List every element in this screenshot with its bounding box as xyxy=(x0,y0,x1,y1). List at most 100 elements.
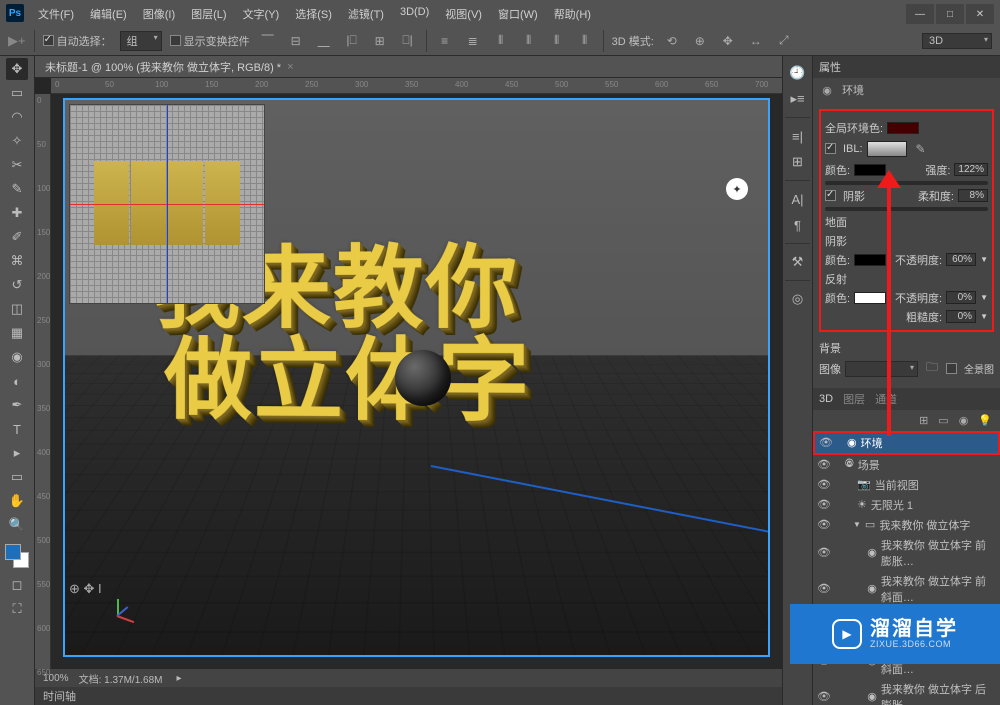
pen-tool[interactable]: ✒ xyxy=(6,394,28,416)
zoom-tool[interactable]: 🔍 xyxy=(6,514,28,536)
distribute-6-icon[interactable]: ⦀ xyxy=(575,31,595,51)
timeline-panel-tab[interactable]: 时间轴 xyxy=(35,687,782,705)
visibility-icon[interactable]: 👁 xyxy=(817,478,831,491)
align-left-icon[interactable]: |⎕ xyxy=(342,31,362,51)
tree-row-infinite-light[interactable]: 👁 ☀ 无限光 1 xyxy=(813,495,1000,515)
gradient-tool[interactable]: ▦ xyxy=(6,322,28,344)
type-tool[interactable]: T xyxy=(6,418,28,440)
visibility-icon[interactable]: 👁 xyxy=(819,436,833,449)
shadow-checkbox[interactable] xyxy=(825,190,836,201)
ibl-edit-icon[interactable]: ✎ xyxy=(911,139,931,159)
menu-select[interactable]: 选择(S) xyxy=(289,4,338,24)
menu-view[interactable]: 视图(V) xyxy=(439,4,488,24)
distribute-1-icon[interactable]: ≡ xyxy=(435,31,455,51)
intensity-slider[interactable] xyxy=(825,181,988,185)
menu-type[interactable]: 文字(Y) xyxy=(237,4,286,24)
filter-material-icon[interactable]: ◉ xyxy=(959,414,969,427)
menu-window[interactable]: 窗口(W) xyxy=(492,4,544,24)
scale-icon[interactable]: ⤢ xyxy=(774,31,794,51)
layers-tab[interactable]: 图层 xyxy=(843,391,865,407)
shape-tool[interactable]: ▭ xyxy=(6,466,28,488)
scene-3d[interactable]: 我来教你 做立体字 ✦ ⊕ ✥ I xyxy=(63,98,770,657)
3d-tab[interactable]: 3D xyxy=(819,393,833,405)
filter-scene-icon[interactable]: ⊞ xyxy=(919,414,928,427)
history-icon[interactable]: 🕘 xyxy=(787,62,809,84)
disclosure-icon[interactable]: ▼ xyxy=(853,520,861,529)
bg-image-dropdown[interactable] xyxy=(845,361,918,377)
color-swatches[interactable] xyxy=(5,544,29,568)
visibility-icon[interactable]: 👁 xyxy=(817,518,831,531)
align-vcenter-icon[interactable]: ⊟ xyxy=(286,31,306,51)
visibility-icon[interactable]: 👁 xyxy=(817,546,831,559)
type-panel-icon[interactable]: A| xyxy=(787,188,809,210)
history-brush-tool[interactable]: ↺ xyxy=(6,274,28,296)
show-transform-checkbox[interactable] xyxy=(170,35,181,46)
window-min[interactable]: — xyxy=(906,4,934,24)
opacity2-stepper[interactable]: ▼ xyxy=(980,293,988,302)
path-select-tool[interactable]: ▸ xyxy=(6,442,28,464)
roll-icon[interactable]: ⊕ xyxy=(690,31,710,51)
ibl-checkbox[interactable] xyxy=(825,143,836,154)
menu-layer[interactable]: 图层(L) xyxy=(185,4,232,24)
healing-tool[interactable]: ✚ xyxy=(6,202,28,224)
roughness-value[interactable]: 0% xyxy=(946,310,976,323)
char-icon[interactable]: ≡| xyxy=(787,125,809,147)
filter-light-icon[interactable]: 💡 xyxy=(978,414,992,427)
axis-gizmo[interactable] xyxy=(101,601,133,633)
crop-tool[interactable]: ✂ xyxy=(6,154,28,176)
global-env-color-chip[interactable] xyxy=(887,122,919,134)
tree-row-scene[interactable]: 👁 🞋 场景 xyxy=(813,455,1000,475)
close-tab-icon[interactable]: × xyxy=(287,61,293,73)
folder-icon[interactable]: 🗀 xyxy=(922,359,942,379)
cc-icon[interactable]: ◎ xyxy=(787,288,809,310)
brush-tool[interactable]: ✐ xyxy=(6,226,28,248)
visibility-icon[interactable]: 👁 xyxy=(817,690,831,703)
secondary-view[interactable] xyxy=(69,104,265,304)
panorama-checkbox[interactable] xyxy=(946,363,957,374)
tree-row-front-bevel[interactable]: 👁 ◉ 我来教你 做立体字 前斜面… xyxy=(813,571,1000,607)
align-bottom-icon[interactable]: ⎽ xyxy=(314,31,334,51)
distribute-2-icon[interactable]: ≣ xyxy=(463,31,483,51)
move-tool[interactable]: ✥ xyxy=(6,58,28,80)
tree-row-current-view[interactable]: 👁 📷 当前视图 xyxy=(813,475,1000,495)
tree-row-environment[interactable]: 👁 ◉ 环境 xyxy=(815,433,998,453)
align-right-icon[interactable]: ⎕| xyxy=(398,31,418,51)
magic-wand-tool[interactable]: ✧ xyxy=(6,130,28,152)
eyedropper-tool[interactable]: ✎ xyxy=(6,178,28,200)
align-hcenter-icon[interactable]: ⊞ xyxy=(370,31,390,51)
ground-color-chip[interactable] xyxy=(854,254,886,266)
align-top-icon[interactable]: ⎺ xyxy=(258,31,278,51)
tree-row-front-inflate[interactable]: 👁 ◉ 我来教你 做立体字 前膨胀… xyxy=(813,535,1000,571)
status-menu-icon[interactable]: ▸ xyxy=(177,673,182,684)
window-close[interactable]: ✕ xyxy=(966,4,994,24)
menu-help[interactable]: 帮助(H) xyxy=(548,4,597,24)
tree-row-text-layer[interactable]: 👁 ▼ ▭ 我来教你 做立体字 xyxy=(813,515,1000,535)
menu-file[interactable]: 文件(F) xyxy=(32,4,80,24)
tool-preset-icon[interactable]: ⚒ xyxy=(787,251,809,273)
distribute-3-icon[interactable]: ⦀ xyxy=(491,31,511,51)
reflect-color-chip[interactable] xyxy=(854,292,886,304)
auto-select-checkbox[interactable] xyxy=(43,35,54,46)
opacity1-stepper[interactable]: ▼ xyxy=(980,255,988,264)
menu-edit[interactable]: 编辑(E) xyxy=(84,4,133,24)
marquee-tool[interactable]: ▭ xyxy=(6,82,28,104)
tree-row-back-inflate[interactable]: 👁 ◉ 我来教你 做立体字 后膨胀… xyxy=(813,679,1000,705)
roughness-stepper[interactable]: ▼ xyxy=(980,312,988,321)
opacity1-value[interactable]: 60% xyxy=(946,253,976,266)
orbit-icon[interactable]: ⟲ xyxy=(662,31,682,51)
visibility-icon[interactable]: 👁 xyxy=(817,458,831,471)
visibility-icon[interactable]: 👁 xyxy=(817,582,831,595)
auto-select-target[interactable]: 组 xyxy=(120,31,162,51)
foreground-color-swatch[interactable] xyxy=(5,544,21,560)
document-tab[interactable]: 未标题-1 @ 100% (我来教你 做立体字, RGB/8) * × xyxy=(35,56,782,78)
softness-slider[interactable] xyxy=(825,207,988,211)
viewport[interactable]: 我来教你 做立体字 ✦ ⊕ ✥ I xyxy=(51,94,782,669)
menu-3d[interactable]: 3D(D) xyxy=(394,4,435,24)
quickmask-tool[interactable]: ◻ xyxy=(6,574,28,596)
softness-value[interactable]: 8% xyxy=(958,189,988,202)
stamp-tool[interactable]: ⌘ xyxy=(6,250,28,272)
slide-icon[interactable]: ↔ xyxy=(746,31,766,51)
screenmode-tool[interactable]: ⛶ xyxy=(6,598,28,620)
filter-mesh-icon[interactable]: ▭ xyxy=(938,414,948,427)
pan-icon[interactable]: ✥ xyxy=(718,31,738,51)
